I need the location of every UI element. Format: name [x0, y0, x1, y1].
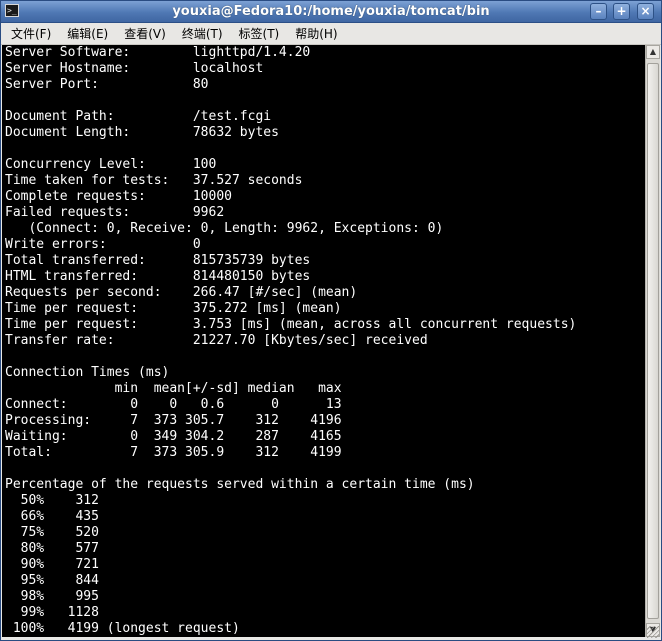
- terminal-line: 99% 1128: [5, 605, 99, 620]
- terminal-line: HTML transferred: 814480150 bytes: [5, 269, 311, 284]
- menu-terminal[interactable]: 终端(T): [176, 24, 229, 45]
- terminal-output[interactable]: Server Software: lighttpd/1.4.20 Server H…: [2, 45, 645, 637]
- terminal-line: Complete requests: 10000: [5, 189, 232, 204]
- terminal-line: min mean[+/-sd] median max: [5, 381, 342, 396]
- terminal-line: 95% 844: [5, 573, 99, 588]
- terminal-window: >_ youxia@Fedora10:/home/youxia/tomcat/b…: [0, 0, 662, 641]
- resize-grip-icon[interactable]: [647, 626, 659, 638]
- terminal-line: Server Hostname: localhost: [5, 61, 264, 76]
- minimize-button[interactable]: –: [590, 3, 607, 20]
- terminal-line: 50% 312: [5, 493, 99, 508]
- scroll-thumb[interactable]: [647, 63, 659, 619]
- terminal-line: Time per request: 375.272 [ms] (mean): [5, 301, 342, 316]
- terminal-line: Total transferred: 815735739 bytes: [5, 253, 311, 268]
- terminal-line: Transfer rate: 21227.70 [Kbytes/sec] rec…: [5, 333, 428, 348]
- close-button[interactable]: ×: [637, 3, 654, 20]
- terminal-line: Time per request: 3.753 [ms] (mean, acro…: [5, 317, 577, 332]
- terminal-line: 100% 4199 (longest request): [5, 621, 240, 636]
- terminal-line: Total: 7 373 305.9 312 4199: [5, 445, 342, 460]
- terminal-line: 66% 435: [5, 509, 99, 524]
- terminal-line: Document Path: /test.fcgi: [5, 109, 272, 124]
- window-title: youxia@Fedora10:/home/youxia/tomcat/bin: [172, 4, 490, 19]
- scroll-up-arrow-icon[interactable]: ▲: [646, 45, 660, 59]
- terminal-line: 98% 995: [5, 589, 99, 604]
- terminal-line: Concurrency Level: 100: [5, 157, 217, 172]
- menu-help[interactable]: 帮助(H): [289, 24, 343, 45]
- terminal-line: Server Port: 80: [5, 77, 209, 92]
- menu-edit[interactable]: 编辑(E): [61, 24, 114, 45]
- terminal-line: Failed requests: 9962: [5, 205, 225, 220]
- vertical-scrollbar[interactable]: ▲ ▼: [645, 45, 660, 637]
- terminal-line: Server Software: lighttpd/1.4.20: [5, 45, 311, 60]
- terminal-line: Connection Times (ms): [5, 365, 170, 380]
- terminal-line: Connect: 0 0 0.6 0 13: [5, 397, 342, 412]
- terminal-line: Document Length: 78632 bytes: [5, 125, 279, 140]
- terminal-line: Write errors: 0: [5, 237, 201, 252]
- terminal-line: 75% 520: [5, 525, 99, 540]
- terminal-line: Time taken for tests: 37.527 seconds: [5, 173, 303, 188]
- terminal-line: (Connect: 0, Receive: 0, Length: 9962, E…: [5, 221, 444, 236]
- terminal-line: Requests per second: 266.47 [#/sec] (mea…: [5, 285, 358, 300]
- terminal-line: Percentage of the requests served within…: [5, 477, 475, 492]
- menu-bar: 文件(F) 编辑(E) 查看(V) 终端(T) 标签(T) 帮助(H): [1, 23, 661, 45]
- terminal-line: 90% 721: [5, 557, 99, 572]
- maximize-button[interactable]: +: [613, 3, 630, 20]
- terminal-line: Processing: 7 373 305.7 312 4196: [5, 413, 342, 428]
- menu-tabs[interactable]: 标签(T): [233, 24, 286, 45]
- menu-view[interactable]: 查看(V): [118, 24, 172, 45]
- title-bar[interactable]: >_ youxia@Fedora10:/home/youxia/tomcat/b…: [1, 1, 661, 23]
- menu-file[interactable]: 文件(F): [5, 24, 57, 45]
- terminal-line: Waiting: 0 349 304.2 287 4165: [5, 429, 342, 444]
- terminal-line: 80% 577: [5, 541, 99, 556]
